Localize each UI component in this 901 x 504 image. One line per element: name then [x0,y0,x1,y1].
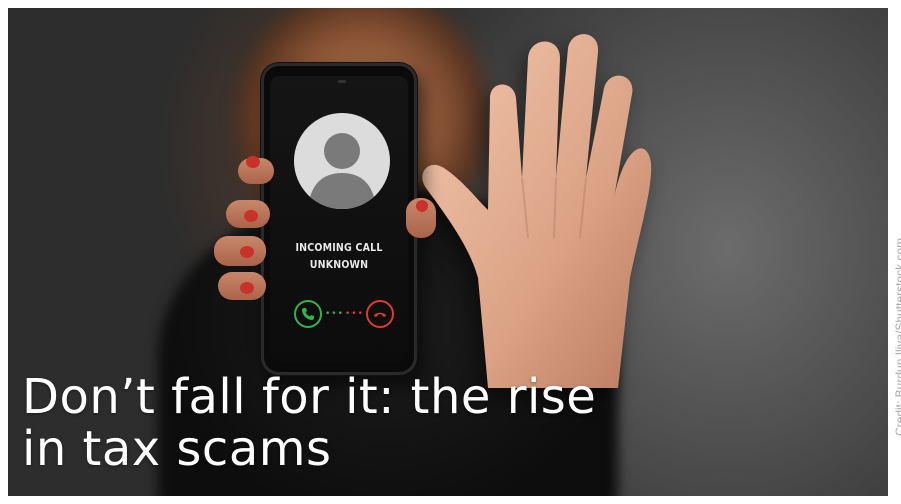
call-status-title: INCOMING CALL [295,242,383,254]
fingernail [416,200,428,212]
fingernail [240,246,254,258]
phone-decline-icon [374,312,386,317]
caller-avatar [294,113,390,209]
photo-credit: Credit: Burdun Iliya/Shutterstock.com [893,237,901,436]
fingernail [240,282,254,294]
hero-photo: INCOMING CALL UNKNOWN ••• ••• Don’t fall… [8,8,888,496]
raised-hand-icon [422,34,652,388]
headline-line-2: in tax scams [22,421,332,477]
accept-call-button[interactable] [294,300,322,328]
smartphone: INCOMING CALL UNKNOWN ••• ••• [261,63,417,375]
caller-name: UNKNOWN [309,259,369,271]
fingernail [244,210,258,222]
person-silhouette-icon [308,133,376,209]
article-headline: Don’t fall for it: the rise in tax scams [22,371,782,475]
phone-accept-icon [302,308,314,320]
swipe-dots-accept: ••• [325,309,344,319]
headline-line-1: Don’t fall for it: the rise [22,369,597,425]
decline-call-button[interactable] [366,300,394,328]
fingernail [246,156,260,168]
phone-screen: INCOMING CALL UNKNOWN ••• ••• [270,76,408,362]
swipe-dots-decline: ••• [345,309,364,319]
phone-camera [338,80,346,83]
